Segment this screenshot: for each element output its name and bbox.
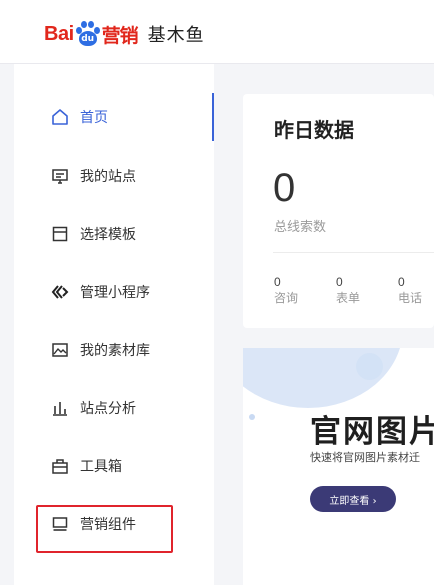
stat-phone: 0 电话: [398, 274, 422, 306]
stat-value: 0: [336, 275, 343, 289]
yesterday-data-card: 昨日数据 0 总线索数 0 咨询 0 表单 0 电话: [243, 94, 434, 328]
image-library-icon: [50, 340, 70, 360]
sidebar-item-label: 我的素材库: [80, 343, 150, 359]
sidebar-item-toolbox[interactable]: 工具箱: [14, 442, 214, 490]
template-icon: [50, 224, 70, 244]
decorative-dot: [356, 353, 383, 380]
stat-value: 0: [398, 275, 405, 289]
sidebar-item-mini-programs[interactable]: 管理小程序: [14, 268, 214, 316]
total-leads-value: 0: [273, 166, 296, 210]
sidebar-item-site-analytics[interactable]: 站点分析: [14, 384, 214, 432]
stat-consult: 0 咨询: [274, 274, 298, 306]
promo-banner[interactable]: 官网图片 快速将官网图片素材迁 立即查看 ›: [243, 348, 434, 585]
sidebar-item-label: 选择模板: [80, 227, 136, 243]
decorative-dot: [249, 414, 255, 420]
bar-chart-icon: [50, 398, 70, 418]
stat-label: 咨询: [274, 291, 299, 305]
logo-bai-text: Bai: [44, 22, 74, 45]
view-now-button[interactable]: 立即查看 ›: [310, 486, 396, 512]
product-name: 基木鱼: [147, 25, 205, 46]
top-header: Bai du 营销 基木鱼: [0, 0, 434, 64]
stat-label: 电话: [398, 291, 423, 305]
baidu-paw-icon: du: [75, 21, 101, 47]
monitor-icon: [50, 166, 70, 186]
sidebar-item-label: 我的站点: [80, 169, 136, 185]
home-icon: [50, 107, 70, 127]
divider: [273, 252, 434, 253]
baidu-marketing-logo[interactable]: Bai du 营销 基木鱼: [44, 19, 205, 49]
card-title: 昨日数据: [274, 118, 354, 142]
sidebar-item-label: 站点分析: [80, 401, 136, 417]
total-leads-label: 总线索数: [274, 220, 327, 235]
sidebar-item-label: 首页: [80, 110, 108, 126]
logo-yingxiao-text: 营销: [101, 24, 139, 47]
sidebar-item-label: 管理小程序: [80, 285, 150, 301]
banner-title: 官网图片: [310, 414, 434, 450]
sidebar-item-my-sites[interactable]: 我的站点: [14, 152, 214, 200]
banner-subtitle: 快速将官网图片素材迁: [310, 451, 420, 464]
stat-label: 表单: [336, 291, 361, 305]
sidebar-item-label: 工具箱: [80, 459, 122, 475]
highlight-annotation-box: [36, 505, 173, 553]
toolbox-icon: [50, 456, 70, 476]
logo-du-text: du: [78, 31, 97, 46]
sidebar-item-material-library[interactable]: 我的素材库: [14, 326, 214, 374]
sidebar-item-templates[interactable]: 选择模板: [14, 210, 214, 258]
miniprogram-icon: [50, 282, 70, 302]
stat-form: 0 表单: [336, 274, 360, 306]
stat-value: 0: [274, 275, 281, 289]
sidebar-item-home[interactable]: 首页: [14, 93, 214, 141]
